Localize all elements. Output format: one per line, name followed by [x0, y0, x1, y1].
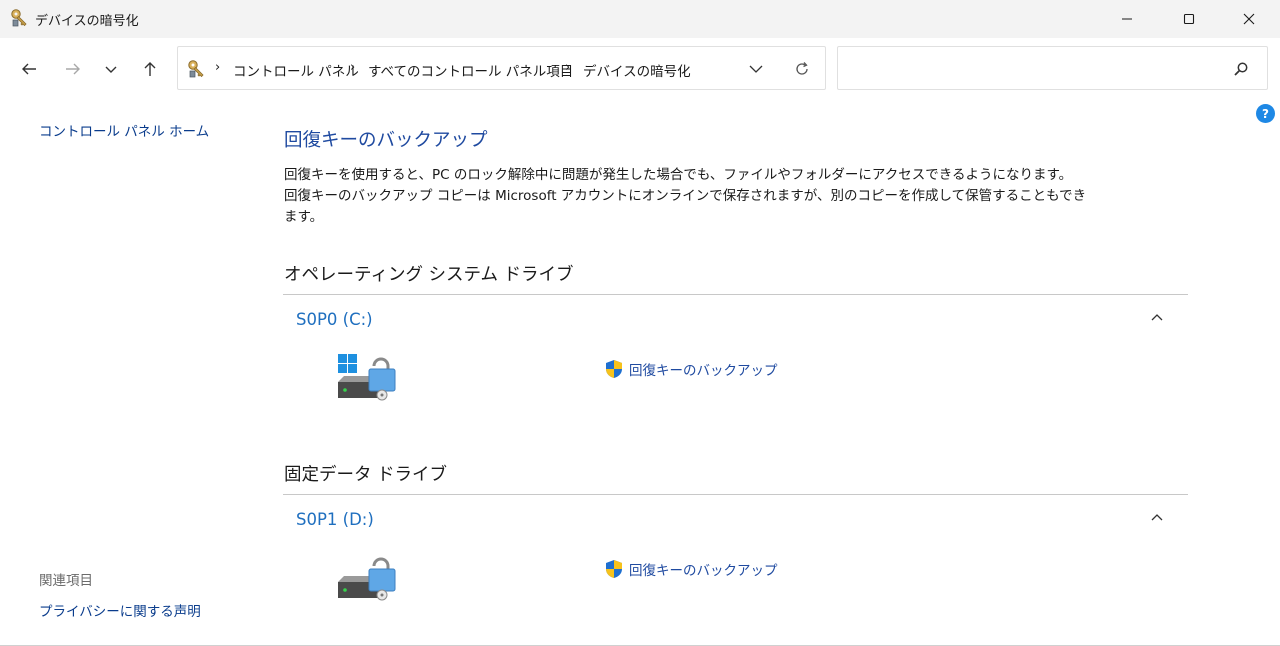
description-line: 回復キーのバックアップ コピーは Microsoft アカウントにオンラインで保…: [284, 188, 1087, 204]
privacy-statement-link[interactable]: プライバシーに関する声明: [39, 600, 201, 620]
drive-name-d[interactable]: S0P1 (D:): [296, 510, 374, 529]
chevron-down-icon: [749, 65, 763, 73]
uac-shield-icon: [606, 560, 622, 578]
backup-recovery-key-link-c[interactable]: 回復キーのバックアップ: [604, 359, 778, 379]
backup-recovery-key-link-d[interactable]: 回復キーのバックアップ: [604, 559, 778, 579]
title-bar: デバイスの暗号化: [0, 0, 1280, 38]
recent-locations-button[interactable]: [98, 56, 124, 82]
control-panel-home-link[interactable]: コントロール パネル ホーム: [39, 120, 209, 140]
page-title: 回復キーのバックアップ: [284, 130, 488, 151]
arrow-left-icon: [22, 63, 36, 75]
search-icon[interactable]: [1233, 61, 1249, 77]
minimize-button[interactable]: [1096, 0, 1158, 38]
backup-action-label: 回復キーのバックアップ: [629, 563, 778, 579]
breadcrumb-separator: ›: [215, 60, 221, 75]
address-dropdown-button[interactable]: [744, 57, 768, 81]
address-bar[interactable]: › コントロール パネル › すべてのコントロール パネル項目 › デバイスの暗…: [177, 46, 826, 90]
search-input[interactable]: [846, 57, 1216, 79]
data-drive-unlocked-icon: [338, 557, 396, 601]
close-icon: [1243, 13, 1255, 25]
minimize-icon: [1122, 18, 1132, 20]
breadcrumb-control-panel[interactable]: コントロール パネル: [233, 60, 359, 80]
help-icon[interactable]: ?: [1256, 104, 1275, 123]
breadcrumb-separator: ›: [350, 60, 356, 75]
related-items-heading: 関連項目: [39, 573, 93, 589]
breadcrumb-all-items[interactable]: すべてのコントロール パネル項目: [368, 60, 573, 80]
description-line: 回復キーを使用すると、PC のロック解除中に問題が発生した場合でも、ファイルやフ…: [284, 167, 1073, 183]
description-line: ます。: [284, 209, 324, 225]
drive-name-c[interactable]: S0P0 (C:): [296, 310, 373, 329]
up-button[interactable]: [137, 56, 163, 82]
breadcrumb-separator: ›: [565, 60, 571, 75]
refresh-button[interactable]: [790, 57, 814, 81]
breadcrumb-device-encryption[interactable]: デバイスの暗号化: [583, 60, 691, 80]
arrow-up-icon: [144, 62, 156, 76]
os-drive-heading: オペレーティング システム ドライブ: [284, 265, 574, 285]
chevron-down-icon: [105, 66, 117, 73]
navigation-bar: › コントロール パネル › すべてのコントロール パネル項目 › デバイスの暗…: [0, 38, 1280, 100]
fixed-drive-heading: 固定データ ドライブ: [284, 465, 448, 485]
maximize-icon: [1183, 13, 1195, 25]
arrow-right-icon: [66, 63, 80, 75]
uac-shield-icon: [606, 360, 622, 378]
forward-button[interactable]: [60, 56, 86, 82]
os-drive-unlocked-icon: [338, 354, 396, 401]
chevron-up-icon[interactable]: [1149, 510, 1165, 526]
back-button[interactable]: [16, 56, 42, 82]
close-button[interactable]: [1218, 0, 1280, 38]
section-divider: [283, 494, 1188, 495]
section-divider: [283, 294, 1188, 295]
refresh-icon: [796, 62, 808, 75]
search-box[interactable]: [837, 46, 1268, 90]
bitlocker-key-icon: [188, 60, 204, 78]
bitlocker-key-icon: [11, 9, 27, 27]
backup-action-label: 回復キーのバックアップ: [629, 363, 778, 379]
window-title: デバイスの暗号化: [35, 14, 139, 29]
chevron-up-icon[interactable]: [1149, 310, 1165, 326]
maximize-button[interactable]: [1158, 0, 1220, 38]
